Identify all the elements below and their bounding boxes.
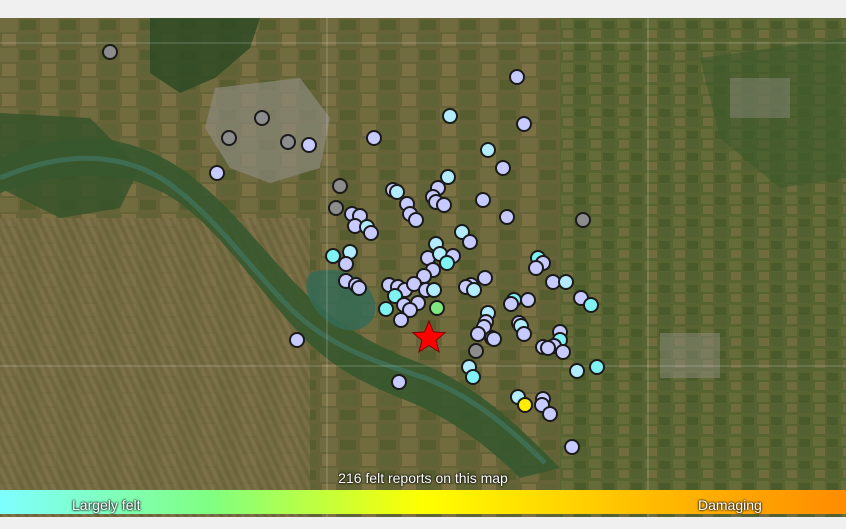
felt-report-marker[interactable] [209,165,225,181]
felt-report-marker[interactable] [328,200,344,216]
felt-report-marker[interactable] [466,282,482,298]
felt-report-marker[interactable] [575,212,591,228]
felt-report-marker[interactable] [378,301,394,317]
felt-report-marker[interactable] [564,439,580,455]
felt-report-marker[interactable] [558,274,574,290]
felt-report-marker[interactable] [102,44,118,60]
satellite-map[interactable]: 216 felt reports on this map Largely fel… [0,18,846,517]
felt-report-marker[interactable] [389,184,405,200]
felt-report-marker[interactable] [468,343,484,359]
legend-label-damaging: Damaging [698,497,762,513]
felt-report-marker[interactable] [391,374,407,390]
felt-report-marker[interactable] [442,108,458,124]
felt-report-marker[interactable] [555,344,571,360]
felt-report-marker[interactable] [509,69,525,85]
felt-report-marker[interactable] [503,296,519,312]
felt-report-marker[interactable] [569,363,585,379]
felt-report-marker[interactable] [325,248,341,264]
felt-report-marker[interactable] [289,332,305,348]
felt-report-marker[interactable] [475,192,491,208]
felt-report-marker[interactable] [516,326,532,342]
felt-report-marker[interactable] [332,178,348,194]
felt-report-marker[interactable] [486,331,502,347]
felt-report-marker[interactable] [516,116,532,132]
felt-report-marker[interactable] [426,282,442,298]
felt-report-marker[interactable] [462,234,478,250]
felt-report-marker[interactable] [520,292,536,308]
felt-report-marker[interactable] [408,212,424,228]
felt-report-marker[interactable] [480,142,496,158]
felt-report-marker[interactable] [477,270,493,286]
felt-report-marker[interactable] [545,274,561,290]
town-ne [730,78,790,118]
map-canvas[interactable] [0,18,846,517]
felt-report-marker[interactable] [280,134,296,150]
felt-report-marker[interactable] [583,297,599,313]
felt-report-marker[interactable] [351,280,367,296]
felt-report-marker[interactable] [517,397,533,413]
felt-report-marker[interactable] [393,312,409,328]
felt-report-marker[interactable] [436,197,452,213]
felt-report-marker[interactable] [495,160,511,176]
felt-report-marker[interactable] [499,209,515,225]
felt-report-marker[interactable] [221,130,237,146]
felt-report-marker[interactable] [254,110,270,126]
bottom-band [0,517,846,529]
felt-report-marker[interactable] [366,130,382,146]
felt-report-marker[interactable] [528,260,544,276]
legend-label-largely-felt: Largely felt [72,497,141,513]
felt-report-marker[interactable] [429,300,445,316]
felt-report-marker[interactable] [540,340,556,356]
felt-report-marker[interactable] [470,326,486,342]
felt-report-marker[interactable] [589,359,605,375]
felt-report-marker[interactable] [542,406,558,422]
report-count-caption: 216 felt reports on this map [338,470,508,486]
felt-report-marker[interactable] [338,256,354,272]
felt-report-marker[interactable] [363,225,379,241]
felt-report-marker[interactable] [465,369,481,385]
felt-report-marker[interactable] [439,255,455,271]
town-east [660,333,720,378]
felt-report-marker[interactable] [301,137,317,153]
